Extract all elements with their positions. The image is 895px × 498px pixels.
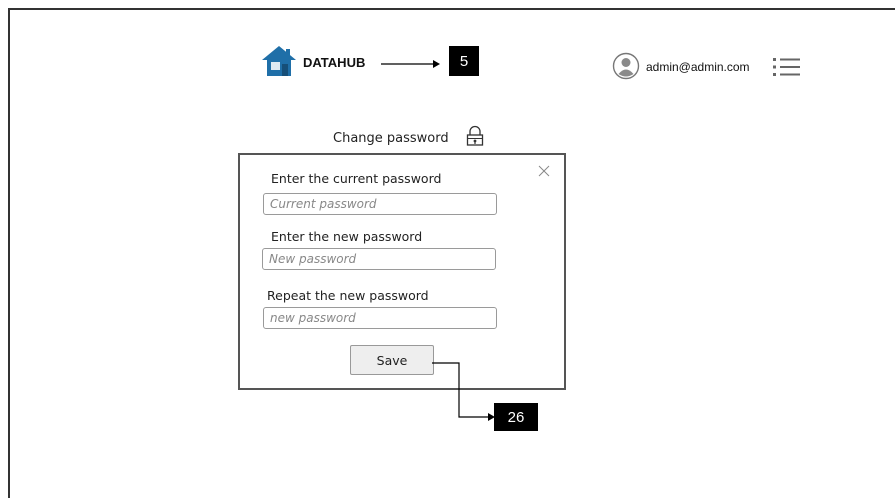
callout-badge-save: 26 [494,403,538,431]
repeat-password-input[interactable]: new password [263,307,497,329]
house-logo-icon [262,46,296,76]
close-icon[interactable] [538,165,550,177]
current-password-label: Enter the current password [271,171,442,186]
new-password-label: Enter the new password [271,229,423,244]
callout-badge-logo: 5 [449,46,479,76]
current-password-input[interactable]: Current password [263,193,497,215]
user-email[interactable]: admin@admin.com [646,60,750,74]
lock-icon [466,125,484,146]
arrow-right-icon [381,60,440,68]
connector-arrow [432,362,495,421]
user-avatar-icon[interactable] [612,52,640,80]
change-password-dialog: Enter the current password Current passw… [238,153,566,390]
repeat-password-label: Repeat the new password [267,288,429,303]
list-menu-icon[interactable] [773,57,801,77]
save-button[interactable]: Save [350,345,434,375]
dialog-title: Change password [333,131,449,146]
app-logo-text[interactable]: DATAHUB [303,55,365,70]
new-password-input[interactable]: New password [262,248,496,270]
